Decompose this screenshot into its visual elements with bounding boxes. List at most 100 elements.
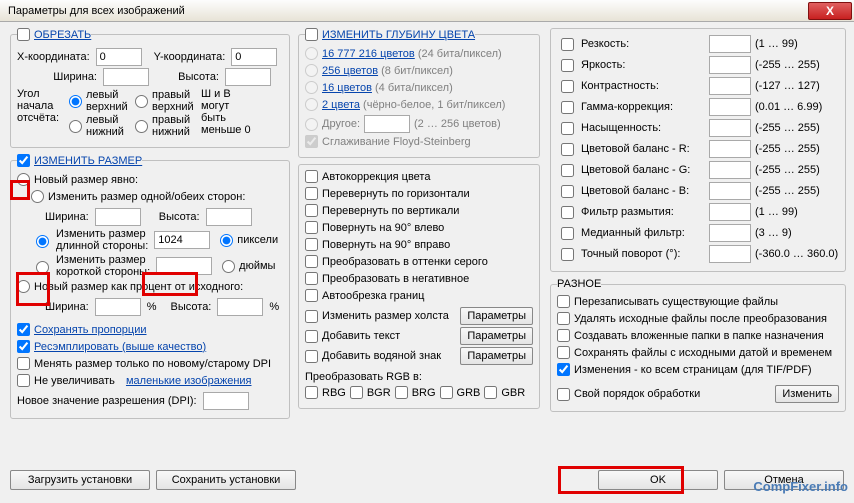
sat-checkbox[interactable] xyxy=(561,122,574,135)
depth-title[interactable]: ИЗМЕНИТЬ ГЛУБИНУ ЦВЕТА xyxy=(322,29,475,41)
b-checkbox[interactable] xyxy=(561,185,574,198)
new-dpi-input[interactable] xyxy=(203,392,249,410)
blur-checkbox[interactable] xyxy=(561,206,574,219)
rs-width-input[interactable] xyxy=(95,208,141,226)
delsrc-checkbox[interactable] xyxy=(557,312,570,325)
ok-button[interactable]: OK xyxy=(598,470,718,490)
rgb-1-checkbox[interactable] xyxy=(350,386,363,399)
overwrite-checkbox[interactable] xyxy=(557,295,570,308)
c2-label: 2 цвета xyxy=(322,99,360,111)
gamma-input[interactable] xyxy=(709,98,751,116)
rgb-2-checkbox[interactable] xyxy=(395,386,408,399)
median-input[interactable] xyxy=(709,224,751,242)
blur-input[interactable] xyxy=(709,203,751,221)
sat-input[interactable] xyxy=(709,119,751,137)
allpages-checkbox[interactable] xyxy=(557,363,570,376)
rotate-checkbox[interactable] xyxy=(561,248,574,261)
unit-inches-radio[interactable] xyxy=(222,260,235,273)
ph-input[interactable] xyxy=(217,298,263,316)
rgb-4-checkbox[interactable] xyxy=(484,386,497,399)
bright-range: (-255 … 255) xyxy=(755,59,839,71)
crop-checkbox[interactable] xyxy=(17,28,30,41)
watermark-params-button[interactable]: Параметры xyxy=(460,347,533,365)
change-order-button[interactable]: Изменить xyxy=(775,385,839,403)
autocolor-checkbox[interactable] xyxy=(305,170,318,183)
savedate-checkbox[interactable] xyxy=(557,346,570,359)
r-checkbox[interactable] xyxy=(561,143,574,156)
bright-checkbox[interactable] xyxy=(561,59,574,72)
watermark-checkbox[interactable] xyxy=(305,350,318,363)
bright-input[interactable] xyxy=(709,56,751,74)
r-input[interactable] xyxy=(709,140,751,158)
contrast-input[interactable] xyxy=(709,77,751,95)
neg-checkbox[interactable] xyxy=(305,272,318,285)
dpi-checkbox[interactable] xyxy=(17,357,30,370)
change-both-radio[interactable] xyxy=(31,190,44,203)
load-settings-button[interactable]: Загрузить установки xyxy=(10,470,150,490)
ownorder-checkbox[interactable] xyxy=(557,388,570,401)
unit-pixels-label: пиксели xyxy=(237,234,278,246)
pw-input[interactable] xyxy=(95,298,141,316)
resize-checkbox[interactable] xyxy=(17,154,30,167)
canvas-params-button[interactable]: Параметры xyxy=(460,307,533,325)
b-input[interactable] xyxy=(709,182,751,200)
resample-label[interactable]: Ресэмплировать (выше качество) xyxy=(34,341,206,353)
g-input[interactable] xyxy=(709,161,751,179)
flipv-label: Перевернуть по вертикали xyxy=(322,205,459,217)
rotate-input[interactable] xyxy=(709,245,751,263)
resize-title[interactable]: ИЗМЕНИТЬ РАЗМЕР xyxy=(34,155,142,167)
cancel-button[interactable]: Отмена xyxy=(724,470,844,490)
blur-range: (1 … 99) xyxy=(755,206,839,218)
corner-pn-radio[interactable] xyxy=(135,120,148,133)
ycoord-input[interactable] xyxy=(231,48,277,66)
corner-ln-radio[interactable] xyxy=(69,120,82,133)
sharp-checkbox[interactable] xyxy=(561,38,574,51)
gamma-range: (0.01 … 6.99) xyxy=(755,101,839,113)
text-params-button[interactable]: Параметры xyxy=(460,327,533,345)
short-side-radio[interactable] xyxy=(36,261,49,274)
text-checkbox[interactable] xyxy=(305,330,318,343)
short-side-input[interactable] xyxy=(156,257,212,275)
as-percent-radio[interactable] xyxy=(17,280,30,293)
overwrite-label: Перезаписывать существующие файлы xyxy=(574,296,778,308)
new-explicit-radio[interactable] xyxy=(17,173,30,186)
fliph-checkbox[interactable] xyxy=(305,187,318,200)
gamma-checkbox[interactable] xyxy=(561,101,574,114)
median-checkbox[interactable] xyxy=(561,227,574,240)
long-side-input[interactable] xyxy=(154,231,210,249)
wh-note1: Ш и В xyxy=(201,88,257,100)
contrast-checkbox[interactable] xyxy=(561,80,574,93)
unit-pixels-radio[interactable] xyxy=(220,234,233,247)
rs-height-input[interactable] xyxy=(206,208,252,226)
crop-width-input[interactable] xyxy=(103,68,149,86)
depth-checkbox[interactable] xyxy=(305,28,318,41)
rotr-checkbox[interactable] xyxy=(305,238,318,251)
corner-lv-radio[interactable] xyxy=(69,95,82,108)
autocrop-checkbox[interactable] xyxy=(305,289,318,302)
rgb-0-checkbox[interactable] xyxy=(305,386,318,399)
close-button[interactable]: X xyxy=(808,2,852,20)
long-side-radio[interactable] xyxy=(36,235,49,248)
save-settings-button[interactable]: Сохранить установки xyxy=(156,470,296,490)
keep-ratio-label[interactable]: Сохранять пропорции xyxy=(34,324,147,336)
no-enlarge-checkbox[interactable] xyxy=(17,374,30,387)
xcoord-input[interactable] xyxy=(96,48,142,66)
change-both-label: Изменить размер одной/обеих сторон: xyxy=(48,191,245,203)
rgb-4-label: GBR xyxy=(501,387,525,399)
flipv-checkbox[interactable] xyxy=(305,204,318,217)
canvas-checkbox[interactable] xyxy=(305,310,318,323)
gray-checkbox[interactable] xyxy=(305,255,318,268)
g-checkbox[interactable] xyxy=(561,164,574,177)
no-enlarge-link[interactable]: маленькие изображения xyxy=(126,375,252,387)
short-side-label1: Изменить размер xyxy=(56,254,150,266)
subdirs-checkbox[interactable] xyxy=(557,329,570,342)
corner-pv-radio[interactable] xyxy=(135,95,148,108)
resample-checkbox[interactable] xyxy=(17,340,30,353)
delsrc-label: Удалять исходные файлы после преобразова… xyxy=(574,313,827,325)
crop-title[interactable]: ОБРЕЗАТЬ xyxy=(34,29,91,41)
rgb-3-checkbox[interactable] xyxy=(440,386,453,399)
crop-height-input[interactable] xyxy=(225,68,271,86)
sharp-input[interactable] xyxy=(709,35,751,53)
keep-ratio-checkbox[interactable] xyxy=(17,323,30,336)
rotl-checkbox[interactable] xyxy=(305,221,318,234)
